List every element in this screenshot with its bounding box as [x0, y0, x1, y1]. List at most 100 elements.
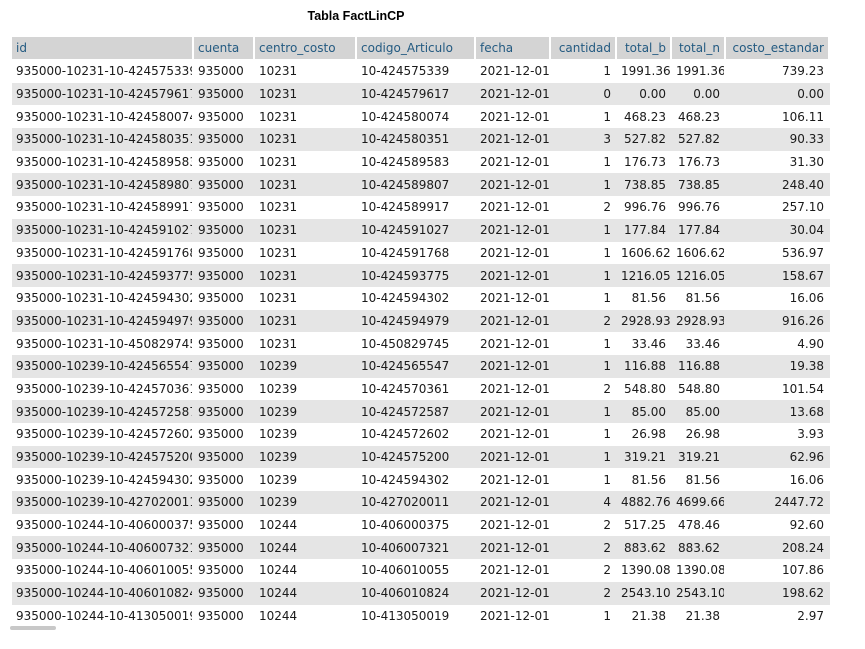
table-cell-centro-costo: 10231 — [255, 264, 357, 287]
table-cell-id: 935000-10244-10-406010055 — [12, 559, 194, 582]
table-cell-centro-costo: 10231 — [255, 82, 357, 106]
table-cell-id: 935000-10239-10-424575200 — [12, 445, 194, 469]
table-cell-costo-estandar: 158.67 — [726, 264, 830, 287]
table-row[interactable]: 935000-10231-10-424591768 935000 10231 10-4… — [12, 241, 830, 265]
table-row[interactable]: 935000-10231-10-424594979 935000 10231 10-4… — [12, 309, 830, 333]
results-table-container[interactable]: id cuenta centro_costo codigo_Articulo fecha… — [12, 37, 830, 626]
table-cell-total-n: 1390.08 — [672, 559, 726, 582]
table-row[interactable]: 935000-10231-10-424593775 935000 10231 10-4… — [12, 264, 830, 287]
table-cell-fecha: 2021-12-01 — [476, 60, 551, 83]
table-cell-codigo-articulo: 10-424594979 — [357, 309, 476, 333]
table-cell-centro-costo: 10244 — [255, 559, 357, 582]
table-cell-costo-estandar: 198.62 — [726, 581, 830, 605]
column-header-cantidad[interactable]: cantidad — [551, 37, 617, 60]
table-cell-centro-costo: 10231 — [255, 128, 357, 151]
table-cell-total-n: 4699.66 — [672, 491, 726, 514]
table-cell-total-b: 176.73 — [617, 150, 672, 174]
table-cell-codigo-articulo: 10-424575200 — [357, 445, 476, 469]
table-cell-centro-costo: 10231 — [255, 196, 357, 219]
table-cell-fecha: 2021-12-01 — [476, 241, 551, 265]
table-cell-total-b: 517.25 — [617, 513, 672, 537]
table-row[interactable]: 935000-10231-10-450829745 935000 10231 10-4… — [12, 332, 830, 355]
table-row[interactable]: 935000-10239-10-424594302 935000 10239 10-4… — [12, 468, 830, 492]
table-cell-cuenta: 935000 — [194, 332, 255, 355]
column-header-cuenta[interactable]: cuenta — [194, 37, 255, 60]
table-cell-cuenta: 935000 — [194, 536, 255, 560]
table-cell-fecha: 2021-12-01 — [476, 309, 551, 333]
table-row[interactable]: 935000-10231-10-424580351 935000 10231 10-4… — [12, 128, 830, 151]
table-cell-cantidad: 1 — [551, 354, 617, 378]
table-cell-total-b: 26.98 — [617, 423, 672, 446]
table-cell-codigo-articulo: 10-450829745 — [357, 332, 476, 355]
table-cell-fecha: 2021-12-01 — [476, 105, 551, 129]
table-cell-centro-costo: 10244 — [255, 536, 357, 560]
table-cell-fecha: 2021-12-01 — [476, 400, 551, 423]
table-row[interactable]: 935000-10239-10-424572602 935000 10239 10-4… — [12, 423, 830, 446]
column-header-centro-costo[interactable]: centro_costo — [255, 37, 357, 60]
table-cell-fecha: 2021-12-01 — [476, 468, 551, 492]
table-row[interactable]: 935000-10231-10-424589583 935000 10231 10-4… — [12, 150, 830, 174]
table-cell-centro-costo: 10231 — [255, 105, 357, 129]
column-header-costo-estandar[interactable]: costo_estandar — [726, 37, 830, 60]
table-cell-codigo-articulo: 10-424572587 — [357, 400, 476, 423]
column-header-fecha[interactable]: fecha — [476, 37, 551, 60]
table-cell-cuenta: 935000 — [194, 82, 255, 106]
table-cell-total-b: 21.38 — [617, 604, 672, 626]
table-row[interactable]: 935000-10239-10-424575200 935000 10239 10-4… — [12, 445, 830, 469]
table-cell-total-n: 33.46 — [672, 332, 726, 355]
table-row[interactable]: 935000-10239-10-424570361 935000 10239 10-4… — [12, 377, 830, 401]
table-cell-cuenta: 935000 — [194, 377, 255, 401]
table-row[interactable]: 935000-10244-10-406010055 935000 10244 10-4… — [12, 559, 830, 582]
table-row[interactable]: 935000-10239-10-424565547 935000 10239 10-4… — [12, 354, 830, 378]
table-row[interactable]: 935000-10231-10-424589807 935000 10231 10-4… — [12, 173, 830, 197]
column-header-total-n[interactable]: total_n — [672, 37, 726, 60]
table-row[interactable]: 935000-10231-10-424579617 935000 10231 10-4… — [12, 82, 830, 106]
table-cell-codigo-articulo: 10-424593775 — [357, 264, 476, 287]
table-cell-cuenta: 935000 — [194, 309, 255, 333]
table-cell-costo-estandar: 13.68 — [726, 400, 830, 423]
table-row[interactable]: 935000-10239-10-424572587 935000 10239 10-4… — [12, 400, 830, 423]
table-cell-codigo-articulo: 10-424591768 — [357, 241, 476, 265]
table-row[interactable]: 935000-10231-10-424591027 935000 10231 10-4… — [12, 218, 830, 242]
horizontal-scrollbar[interactable] — [10, 626, 56, 630]
table-cell-id: 935000-10231-10-424580351 — [12, 128, 194, 151]
table-cell-cantidad: 2 — [551, 581, 617, 605]
table-cell-cantidad: 2 — [551, 559, 617, 582]
table-row[interactable]: 935000-10244-10-406000375 935000 10244 10-4… — [12, 513, 830, 537]
table-cell-cantidad: 1 — [551, 423, 617, 446]
table-cell-total-n: 176.73 — [672, 150, 726, 174]
table-cell-total-n: 26.98 — [672, 423, 726, 446]
table-cell-cuenta: 935000 — [194, 423, 255, 446]
table-cell-id: 935000-10231-10-424594979 — [12, 309, 194, 333]
table-row[interactable]: 935000-10239-10-427020011 935000 10239 10-4… — [12, 491, 830, 514]
table-cell-fecha: 2021-12-01 — [476, 354, 551, 378]
table-cell-centro-costo: 10244 — [255, 581, 357, 605]
table-cell-codigo-articulo: 10-427020011 — [357, 491, 476, 514]
table-cell-cuenta: 935000 — [194, 354, 255, 378]
table-cell-costo-estandar: 739.23 — [726, 60, 830, 83]
table-row[interactable]: 935000-10244-10-406007321 935000 10244 10-4… — [12, 536, 830, 560]
table-cell-fecha: 2021-12-01 — [476, 491, 551, 514]
table-cell-codigo-articulo: 10-406000375 — [357, 513, 476, 537]
table-row[interactable]: 935000-10231-10-424594302 935000 10231 10-4… — [12, 286, 830, 310]
column-header-total-b[interactable]: total_b — [617, 37, 672, 60]
column-header-id[interactable]: id — [12, 37, 194, 60]
table-cell-id: 935000-10244-10-406010824 — [12, 581, 194, 605]
table-cell-cuenta: 935000 — [194, 491, 255, 514]
table-cell-cantidad: 1 — [551, 218, 617, 242]
table-row[interactable]: 935000-10231-10-424575339 935000 10231 10-4… — [12, 60, 830, 83]
table-row[interactable]: 935000-10231-10-424589917 935000 10231 10-4… — [12, 196, 830, 219]
table-row[interactable]: 935000-10244-10-413050019 935000 10244 10-4… — [12, 604, 830, 626]
table-cell-total-b: 81.56 — [617, 286, 672, 310]
table-cell-cantidad: 1 — [551, 468, 617, 492]
table-cell-id: 935000-10231-10-424589583 — [12, 150, 194, 174]
table-row[interactable]: 935000-10244-10-406010824 935000 10244 10-4… — [12, 581, 830, 605]
table-cell-cuenta: 935000 — [194, 150, 255, 174]
table-cell-centro-costo: 10231 — [255, 150, 357, 174]
table-cell-centro-costo: 10239 — [255, 423, 357, 446]
table-row[interactable]: 935000-10231-10-424580074 935000 10231 10-4… — [12, 105, 830, 129]
table-cell-costo-estandar: 92.60 — [726, 513, 830, 537]
table-cell-total-n: 738.85 — [672, 173, 726, 197]
column-header-codigo-articulo[interactable]: codigo_Articulo — [357, 37, 476, 60]
table-cell-cuenta: 935000 — [194, 559, 255, 582]
